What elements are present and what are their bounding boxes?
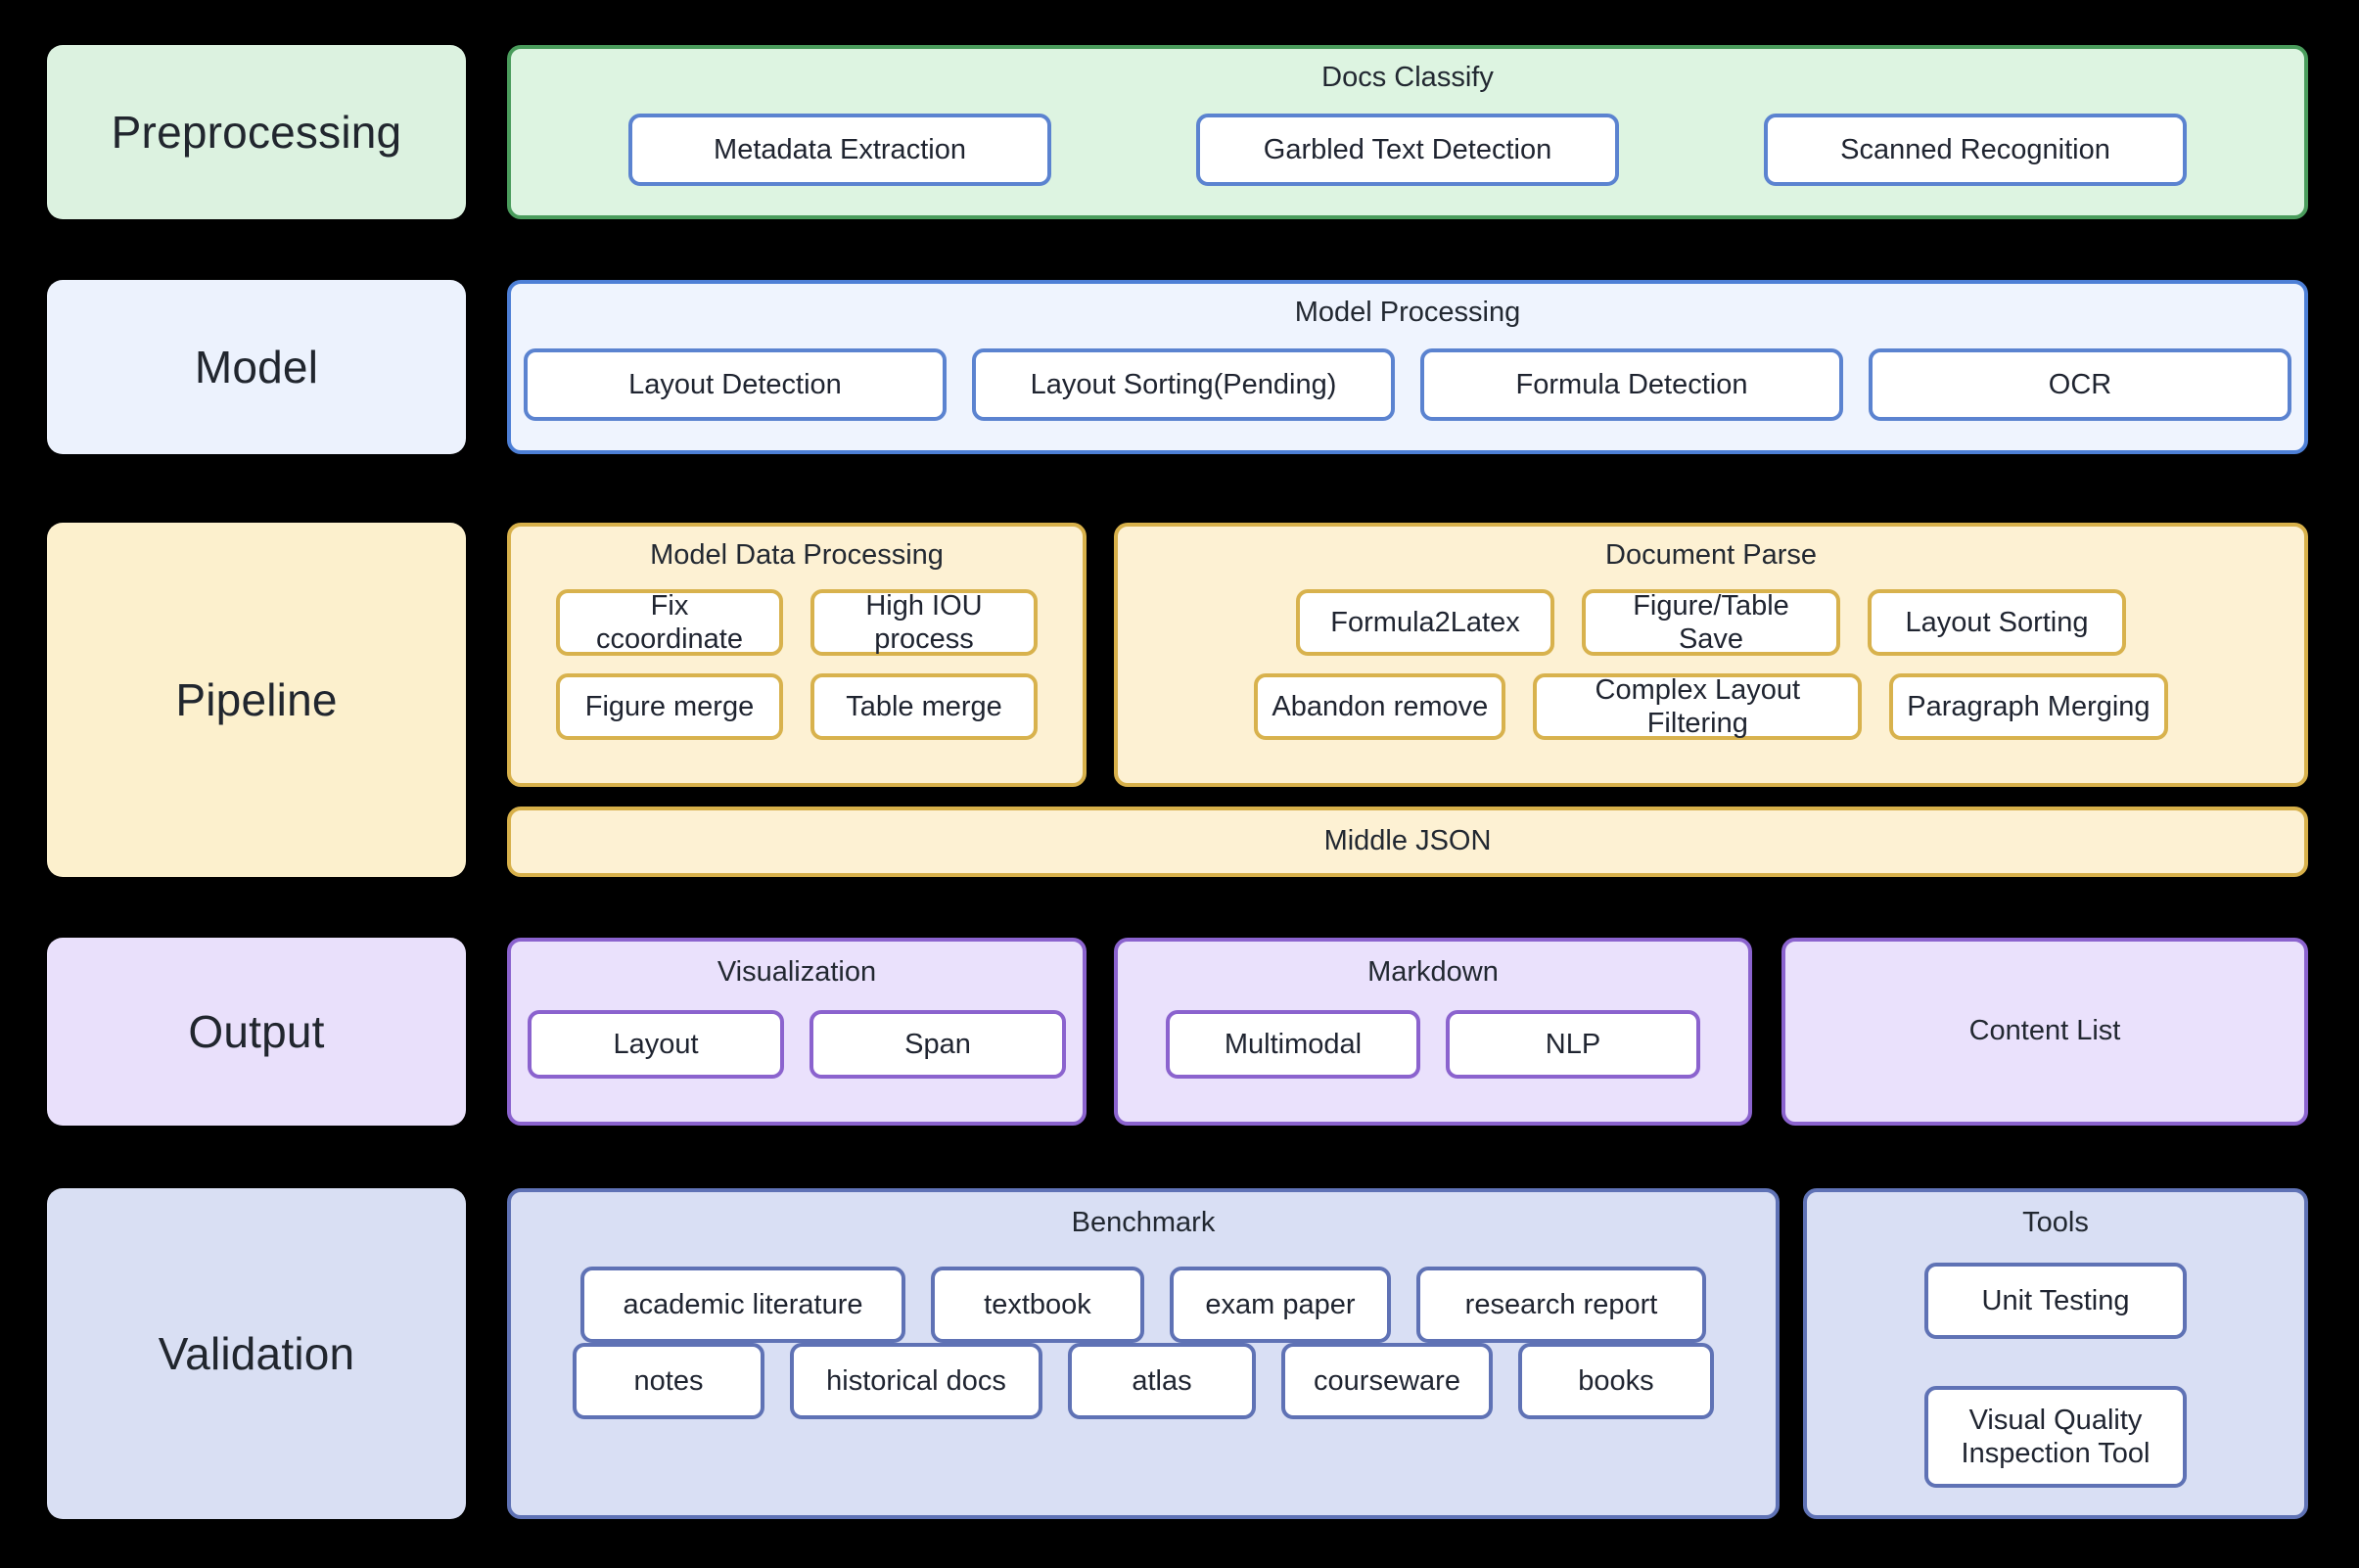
group-middle-json: Middle JSON <box>507 807 2308 877</box>
chip-row-model-data-1: Fix ccoordinate High IOU process <box>511 588 1083 656</box>
chip-row-markdown: Multimodal NLP <box>1118 1009 1748 1079</box>
group-title-markdown: Markdown <box>1367 956 1499 988</box>
chip-garbled-text-detection[interactable]: Garbled Text Detection <box>1196 113 1619 186</box>
chip-abandon-remove[interactable]: Abandon remove <box>1254 672 1506 740</box>
chip-paragraph-merging[interactable]: Paragraph Merging <box>1889 672 2168 740</box>
group-tools: Tools Unit Testing Visual Quality Inspec… <box>1803 1188 2308 1519</box>
chip-multimodal[interactable]: Multimodal <box>1166 1009 1420 1079</box>
chip-row-tools-2: Visual Quality Inspection Tool <box>1807 1362 2304 1488</box>
chip-academic-literature[interactable]: academic literature <box>580 1266 905 1343</box>
chip-historical-docs[interactable]: historical docs <box>790 1342 1042 1419</box>
chip-row-visualization: Layout Span <box>511 1009 1083 1079</box>
group-content-list: Content List <box>1781 938 2308 1126</box>
chip-row-model-processing: Layout Detection Layout Sorting(Pending)… <box>511 347 2304 421</box>
chip-unit-testing[interactable]: Unit Testing <box>1924 1262 2187 1339</box>
group-visualization: Visualization Layout Span <box>507 938 1087 1126</box>
group-benchmark: Benchmark academic literature textbook e… <box>507 1188 1780 1519</box>
architecture-diagram: Preprocessing Docs Classify Metadata Ext… <box>0 0 2359 1568</box>
chip-figure-table-save[interactable]: Figure/Table Save <box>1582 588 1840 656</box>
group-title-visualization: Visualization <box>717 956 877 988</box>
stage-label-pipeline: Pipeline <box>47 523 466 877</box>
chip-layout-sorting[interactable]: Layout Sorting <box>1868 588 2126 656</box>
chip-research-report[interactable]: research report <box>1416 1266 1706 1343</box>
group-title-content-list: Content List <box>1968 1015 2121 1047</box>
chip-row-benchmark-1: academic literature textbook exam paper … <box>511 1266 1776 1343</box>
stage-label-model: Model <box>47 280 466 454</box>
group-model-processing: Model Processing Layout Detection Layout… <box>507 280 2308 454</box>
chip-row-tools-1: Unit Testing <box>1807 1262 2304 1339</box>
chip-row-docs-classify: Metadata Extraction Garbled Text Detecti… <box>511 113 2304 186</box>
chip-row-model-data-2: Figure merge Table merge <box>511 672 1083 740</box>
group-title-document-parse: Document Parse <box>1605 539 1817 571</box>
group-title-model-processing: Model Processing <box>1294 297 1521 328</box>
chip-atlas[interactable]: atlas <box>1068 1342 1256 1419</box>
group-markdown: Markdown Multimodal NLP <box>1114 938 1752 1126</box>
chip-metadata-extraction[interactable]: Metadata Extraction <box>628 113 1051 186</box>
chip-exam-paper[interactable]: exam paper <box>1170 1266 1391 1343</box>
group-title-middle-json: Middle JSON <box>1323 825 1492 857</box>
group-model-data-processing: Model Data Processing Fix ccoordinate Hi… <box>507 523 1087 787</box>
chip-span[interactable]: Span <box>809 1009 1066 1079</box>
chip-layout-detection[interactable]: Layout Detection <box>524 347 947 421</box>
group-title-model-data-processing: Model Data Processing <box>650 539 944 571</box>
chip-fix-ccoordinate[interactable]: Fix ccoordinate <box>556 588 783 656</box>
chip-notes[interactable]: notes <box>573 1342 764 1419</box>
chip-row-document-parse-2: Abandon remove Complex Layout Filtering … <box>1118 672 2304 740</box>
chip-table-merge[interactable]: Table merge <box>810 672 1038 740</box>
chip-scanned-recognition[interactable]: Scanned Recognition <box>1764 113 2187 186</box>
chip-formula-detection[interactable]: Formula Detection <box>1420 347 1843 421</box>
stage-label-output: Output <box>47 938 466 1126</box>
chip-figure-merge[interactable]: Figure merge <box>556 672 783 740</box>
group-title-benchmark: Benchmark <box>1071 1207 1216 1238</box>
group-title-tools: Tools <box>2022 1207 2089 1238</box>
chip-high-iou-process[interactable]: High IOU process <box>810 588 1038 656</box>
chip-visual-quality-inspection-tool[interactable]: Visual Quality Inspection Tool <box>1924 1385 2187 1488</box>
chip-textbook[interactable]: textbook <box>931 1266 1144 1343</box>
group-title-docs-classify: Docs Classify <box>1321 62 1494 93</box>
stage-label-validation: Validation <box>47 1188 466 1519</box>
chip-layout-sorting-pending[interactable]: Layout Sorting(Pending) <box>972 347 1395 421</box>
chip-row-document-parse-1: Formula2Latex Figure/Table Save Layout S… <box>1118 588 2304 656</box>
stage-label-preprocessing: Preprocessing <box>47 45 466 219</box>
chip-layout[interactable]: Layout <box>528 1009 784 1079</box>
chip-formula2latex[interactable]: Formula2Latex <box>1296 588 1554 656</box>
chip-courseware[interactable]: courseware <box>1281 1342 1493 1419</box>
chip-row-benchmark-2: notes historical docs atlas courseware b… <box>511 1342 1776 1419</box>
group-docs-classify: Docs Classify Metadata Extraction Garble… <box>507 45 2308 219</box>
chip-nlp[interactable]: NLP <box>1446 1009 1700 1079</box>
chip-complex-layout-filtering[interactable]: Complex Layout Filtering <box>1533 672 1863 740</box>
chip-books[interactable]: books <box>1518 1342 1714 1419</box>
chip-ocr[interactable]: OCR <box>1869 347 2291 421</box>
group-document-parse: Document Parse Formula2Latex Figure/Tabl… <box>1114 523 2308 787</box>
